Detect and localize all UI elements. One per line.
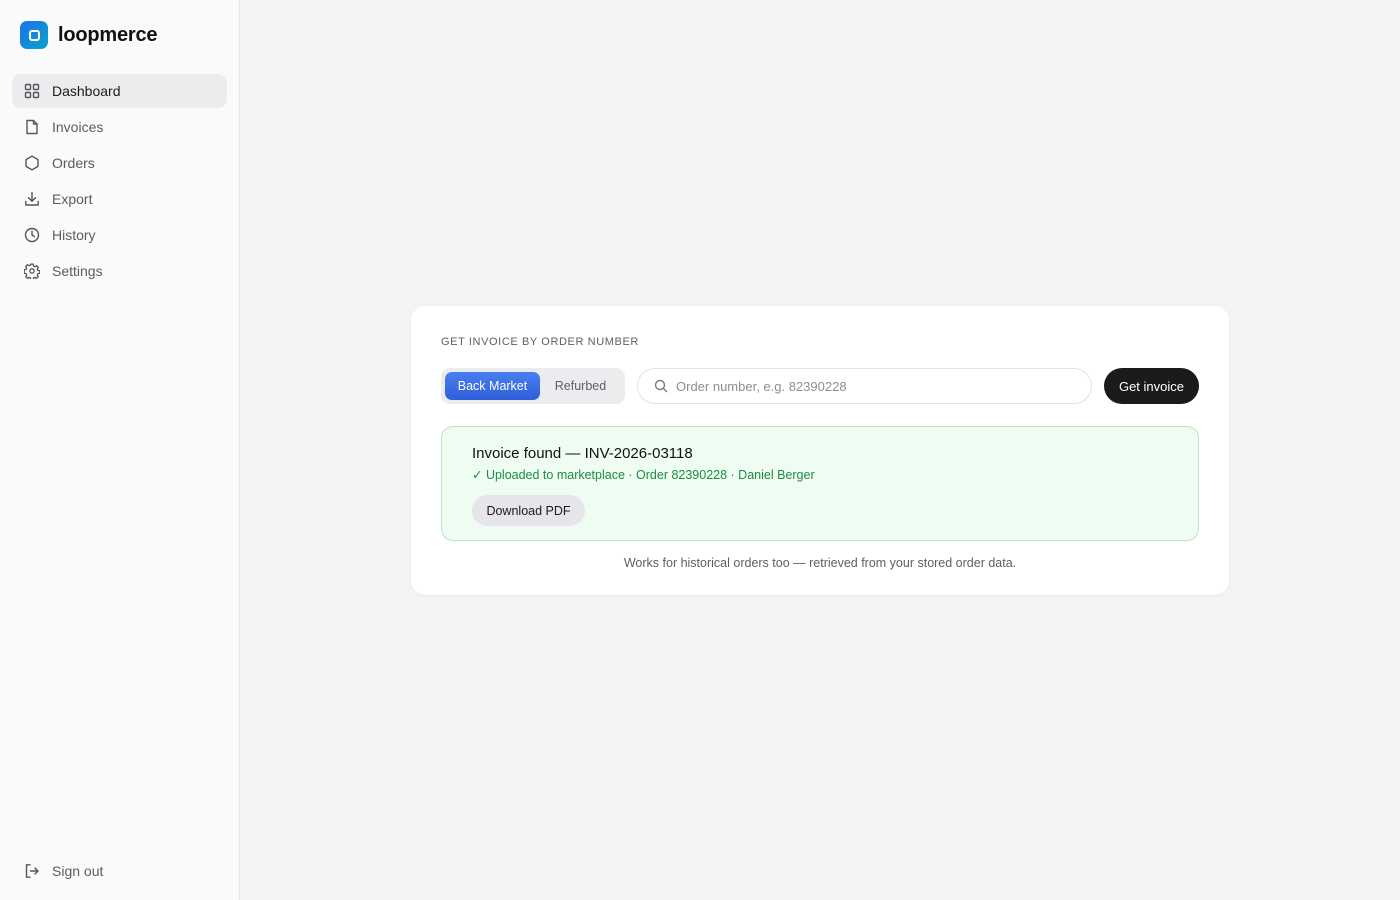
sign-out-label: Sign out: [52, 863, 104, 879]
main-content: GET INVOICE BY ORDER NUMBER Back Market …: [240, 0, 1400, 900]
order-number-input[interactable]: [676, 378, 1091, 394]
order-search-field[interactable]: [637, 368, 1092, 404]
get-invoice-button[interactable]: Get invoice: [1104, 368, 1199, 404]
sidebar-item-orders[interactable]: Orders: [12, 146, 227, 180]
marketplace-selector: Back Market Refurbed: [441, 368, 625, 404]
download-pdf-button[interactable]: Download PDF: [472, 495, 585, 526]
marketplace-option-refurbed[interactable]: Refurbed: [540, 372, 621, 400]
search-icon: [654, 379, 668, 393]
sign-out-button[interactable]: Sign out: [12, 854, 227, 888]
sign-out-icon: [24, 863, 40, 879]
sidebar-item-label: Export: [52, 191, 93, 207]
file-icon: [24, 119, 40, 135]
sidebar: loopmerce Dashboard Invoices Orders Expo…: [0, 0, 240, 900]
invoice-result-panel: Invoice found — INV-2026-03118 ✓ Uploade…: [441, 426, 1199, 541]
brand-logo-icon: [20, 21, 48, 49]
app: loopmerce Dashboard Invoices Orders Expo…: [0, 0, 1400, 900]
download-icon: [24, 191, 40, 207]
result-status: ✓ Uploaded to marketplace · Order 823902…: [472, 468, 815, 482]
marketplace-option-back-market[interactable]: Back Market: [445, 372, 540, 400]
brand[interactable]: loopmerce: [12, 0, 227, 70]
box-icon: [24, 155, 40, 171]
brand-name: loopmerce: [58, 23, 158, 46]
grid-icon: [24, 83, 40, 99]
lookup-controls: Back Market Refurbed Get invoice: [441, 368, 1199, 404]
sidebar-nav: Dashboard Invoices Orders Export History…: [12, 74, 227, 288]
gear-icon: [24, 263, 40, 279]
sidebar-item-label: Dashboard: [52, 83, 121, 99]
sidebar-item-label: Orders: [52, 155, 95, 171]
result-title: Invoice found — INV-2026-03118: [472, 445, 693, 462]
invoice-lookup-card: GET INVOICE BY ORDER NUMBER Back Market …: [411, 306, 1229, 595]
card-title: GET INVOICE BY ORDER NUMBER: [441, 336, 639, 348]
sidebar-item-history[interactable]: History: [12, 218, 227, 252]
clock-icon: [24, 227, 40, 243]
sidebar-item-label: History: [52, 227, 96, 243]
sidebar-item-label: Invoices: [52, 119, 104, 135]
sidebar-item-dashboard[interactable]: Dashboard: [12, 74, 227, 108]
sidebar-item-invoices[interactable]: Invoices: [12, 110, 227, 144]
sidebar-item-export[interactable]: Export: [12, 182, 227, 216]
sidebar-item-settings[interactable]: Settings: [12, 254, 227, 288]
sidebar-item-label: Settings: [52, 263, 103, 279]
card-footnote: Works for historical orders too — retrie…: [623, 556, 1017, 570]
